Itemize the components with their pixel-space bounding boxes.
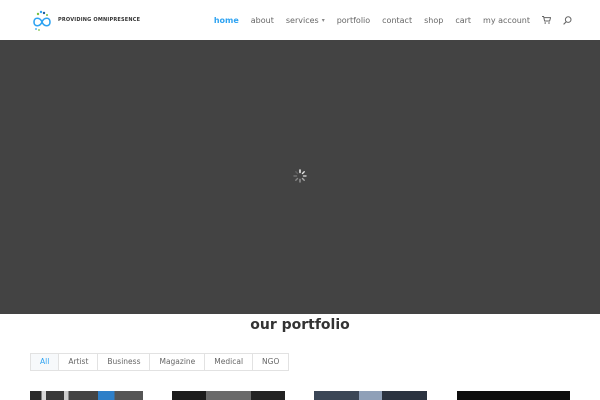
portfolio-item[interactable] (457, 391, 570, 400)
nav-contact-label: contact (382, 15, 413, 25)
filter-business[interactable]: Business (97, 353, 151, 371)
filter-artist[interactable]: Artist (58, 353, 99, 371)
portfolio-title: our portfolio (250, 317, 350, 333)
site-header: PROVIDING OMNIPRESENCE home about servic… (0, 0, 600, 40)
filter-magazine[interactable]: Magazine (149, 353, 206, 371)
nav-my-account[interactable]: my account (483, 16, 530, 25)
filter-all[interactable]: All (30, 353, 60, 371)
nav-about-label: about (250, 15, 274, 25)
nav-cart[interactable]: cart (455, 16, 471, 25)
nav-services-label: services (285, 15, 319, 25)
portfolio-item[interactable] (30, 391, 143, 400)
nav-portfolio[interactable]: portfolio (337, 16, 370, 25)
hero-slider (0, 40, 600, 314)
logo-icon (33, 10, 51, 31)
chevron-down-icon: ▾ (321, 16, 325, 24)
nav-home-label: home (213, 15, 239, 25)
loading-spinner-icon (293, 169, 307, 183)
site-logo[interactable]: PROVIDING OMNIPRESENCE (30, 8, 140, 32)
main-nav: home about services ▾ portfolio contact s… (202, 0, 572, 40)
filter-medical[interactable]: Medical (204, 353, 254, 371)
nav-portfolio-label: portfolio (336, 15, 371, 25)
nav-cart-label: cart (455, 15, 472, 25)
nav-my-account-label: my account (483, 15, 530, 25)
cart-icon[interactable] (542, 16, 551, 24)
nav-shop[interactable]: shop (424, 16, 443, 25)
portfolio-filters: All Artist Business Magazine Medical NGO (30, 353, 290, 371)
brand-tagline: PROVIDING OMNIPRESENCE (58, 17, 141, 23)
portfolio-grid (0, 391, 600, 400)
nav-home[interactable]: home (214, 16, 239, 25)
nav-about[interactable]: about (251, 16, 274, 25)
search-icon[interactable] (563, 15, 572, 25)
portfolio-item[interactable] (172, 391, 285, 400)
nav-contact[interactable]: contact (382, 16, 412, 25)
portfolio-item[interactable] (314, 391, 427, 400)
filter-ngo[interactable]: NGO (252, 353, 290, 371)
nav-services[interactable]: services ▾ (286, 16, 325, 25)
nav-shop-label: shop (424, 15, 444, 25)
